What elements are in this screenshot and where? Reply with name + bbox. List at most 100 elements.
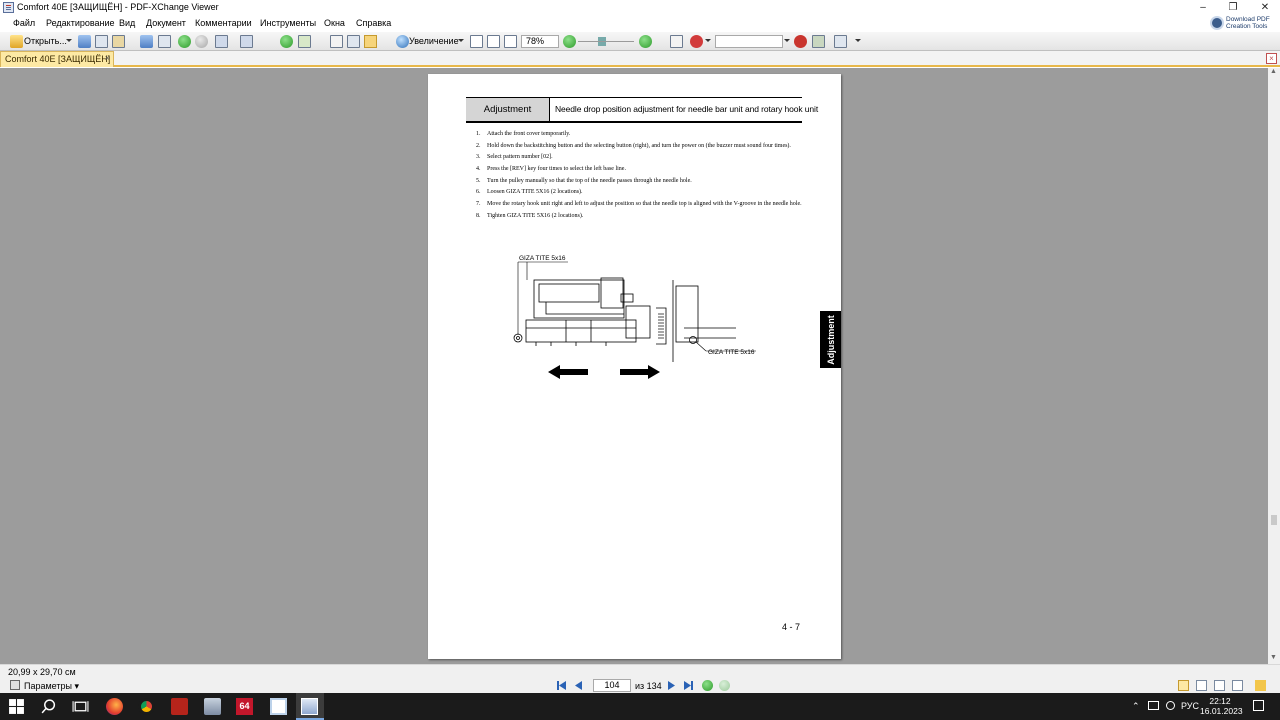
- menu-windows[interactable]: Окна: [324, 18, 345, 28]
- menu-tools[interactable]: Инструменты: [260, 18, 316, 28]
- params-button[interactable]: Параметры ▾: [24, 681, 79, 692]
- single-page-view-icon[interactable]: [1178, 680, 1189, 691]
- list-item: 6. Loosen GIZA TITE 5X16 (2 locations).: [476, 189, 583, 196]
- open-button[interactable]: Открыть...: [24, 36, 67, 46]
- scan-icon[interactable]: [158, 35, 171, 48]
- pdf-app-icon[interactable]: [171, 698, 188, 715]
- menu-edit[interactable]: Редактирование: [46, 18, 115, 28]
- pdf-page: Adjustment Needle drop position adjustme…: [428, 74, 841, 659]
- search-input[interactable]: [715, 35, 783, 48]
- tab-document[interactable]: Comfort 40E [ЗАЩИЩЁН] ×: [0, 51, 114, 67]
- tray-clock[interactable]: 22:12 16.01.2023: [1200, 696, 1243, 716]
- search-icon[interactable]: [794, 35, 807, 48]
- chevron-down-icon[interactable]: [705, 39, 711, 42]
- arrow-right-icon: [620, 365, 660, 379]
- properties-icon[interactable]: [140, 35, 153, 48]
- windows-start-icon[interactable]: [8, 698, 25, 715]
- zoom-tool-icon[interactable]: [396, 35, 409, 48]
- zoom-in-icon[interactable]: [639, 35, 652, 48]
- chrome-icon[interactable]: [138, 698, 155, 715]
- folder-app-icon[interactable]: [204, 698, 221, 715]
- tray-language[interactable]: РУС: [1181, 701, 1199, 711]
- rotate-icon[interactable]: [280, 35, 293, 48]
- chevron-down-icon[interactable]: [855, 39, 861, 42]
- first-page-icon[interactable]: [556, 680, 567, 691]
- list-item: 1. Attach the front cover temporarily.: [476, 131, 571, 137]
- menu-comments[interactable]: Комментарии: [195, 18, 252, 28]
- zoom-out-icon[interactable]: [563, 35, 576, 48]
- search-options-icon[interactable]: [812, 35, 825, 48]
- menu-document[interactable]: Документ: [146, 18, 186, 28]
- app-icon: [3, 2, 14, 13]
- status-bar: 20,99 x 29,70 см Параметры ▾ 104 из 134: [0, 664, 1280, 693]
- vertical-scrollbar[interactable]: ▲ ▼: [1268, 68, 1280, 664]
- rotate-page-icon[interactable]: [298, 35, 311, 48]
- menu-help[interactable]: Справка: [356, 18, 391, 28]
- chevron-down-icon[interactable]: [458, 39, 464, 42]
- facing-continuous-view-icon[interactable]: [1232, 680, 1243, 691]
- chevron-down-icon[interactable]: [66, 39, 72, 42]
- save-icon[interactable]: [78, 35, 91, 48]
- fit-width-icon[interactable]: [504, 35, 517, 48]
- tray-chevron-up-icon[interactable]: ⌃: [1132, 701, 1140, 712]
- notepad-icon[interactable]: [270, 698, 287, 715]
- list-item: 2. Hold down the backstitching button and…: [476, 142, 791, 149]
- pointer-icon[interactable]: [1255, 680, 1266, 691]
- promo-line2: Creation Tools: [1226, 23, 1268, 30]
- zoom-button[interactable]: Увеличение: [409, 36, 459, 46]
- fit-page-icon[interactable]: [487, 35, 500, 48]
- last-page-icon[interactable]: [683, 680, 694, 691]
- close-document-icon[interactable]: ×: [1266, 53, 1277, 64]
- continuous-view-icon[interactable]: [1196, 680, 1207, 691]
- main-toolbar: Открыть... Увеличение: [0, 32, 1280, 51]
- email-icon[interactable]: [112, 35, 125, 48]
- tab-close-icon[interactable]: ×: [105, 51, 110, 66]
- scroll-up-icon[interactable]: ▲: [1270, 68, 1277, 75]
- arrow-left-icon: [548, 365, 588, 379]
- link-icon[interactable]: [670, 35, 683, 48]
- current-page-input[interactable]: 104: [593, 679, 631, 692]
- windows-taskbar: 64 ⌃ РУС 22:12 16.01.2023: [0, 693, 1280, 720]
- open-folder-icon[interactable]: [10, 35, 23, 48]
- undo-icon[interactable]: [215, 35, 228, 48]
- diagram-label-right: GIZA TITE 5x16: [708, 349, 755, 356]
- next-page-icon[interactable]: [666, 680, 677, 691]
- tray-display-icon[interactable]: [1148, 701, 1159, 710]
- actual-size-icon[interactable]: [470, 35, 483, 48]
- snapshot-icon[interactable]: [347, 35, 360, 48]
- redo-icon[interactable]: [240, 35, 253, 48]
- pdf-xchange-taskbar-icon[interactable]: [301, 698, 318, 715]
- scrollbar-thumb[interactable]: [1271, 515, 1277, 525]
- task-view-icon[interactable]: [72, 698, 89, 715]
- step-list: 1. Attach the front cover temporarily. 2.…: [472, 131, 804, 225]
- menu-view[interactable]: Вид: [119, 18, 135, 28]
- previous-page-icon[interactable]: [573, 680, 584, 691]
- promo-line1: Download PDF: [1226, 16, 1270, 23]
- settings-icon[interactable]: [10, 680, 20, 690]
- aida64-icon[interactable]: 64: [236, 698, 253, 715]
- notification-icon[interactable]: [1253, 700, 1264, 711]
- history-back-icon[interactable]: [702, 680, 713, 691]
- print-icon[interactable]: [95, 35, 108, 48]
- chevron-down-icon[interactable]: [784, 39, 790, 42]
- tools-icon[interactable]: [834, 35, 847, 48]
- zoom-slider-track[interactable]: [578, 41, 634, 42]
- download-pdf-promo[interactable]: Download PDF Creation Tools: [1210, 14, 1272, 34]
- back-icon[interactable]: [178, 35, 191, 48]
- hand-tool-icon[interactable]: [330, 35, 343, 48]
- facing-view-icon[interactable]: [1214, 680, 1225, 691]
- clock-time: 22:12: [1209, 696, 1231, 706]
- list-item: 4. Press the [REV] key four times to sele…: [476, 166, 626, 173]
- firefox-icon[interactable]: [106, 698, 123, 715]
- page-size-label: 20,99 x 29,70 см: [8, 667, 76, 677]
- history-forward-icon[interactable]: [719, 680, 730, 691]
- menu-file[interactable]: Файл: [13, 18, 35, 28]
- forward-icon[interactable]: [195, 35, 208, 48]
- section-header: Adjustment Needle drop position adjustme…: [466, 97, 818, 123]
- search-icon[interactable]: [40, 698, 57, 715]
- scroll-down-icon[interactable]: ▼: [1270, 654, 1277, 661]
- zoom-level-field[interactable]: 78%: [521, 35, 559, 48]
- select-text-icon[interactable]: [364, 35, 377, 48]
- no-annotations-icon[interactable]: [690, 35, 703, 48]
- tray-network-icon[interactable]: [1166, 701, 1175, 710]
